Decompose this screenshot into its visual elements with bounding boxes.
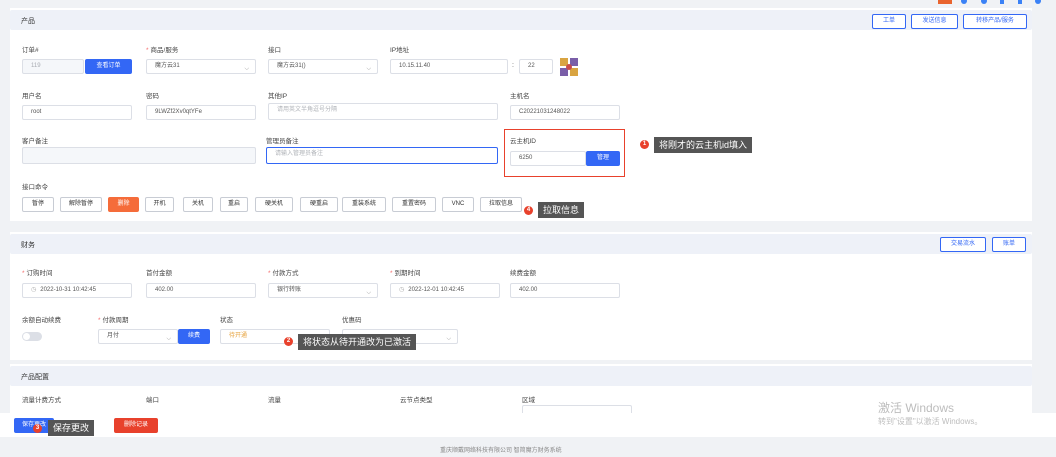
annotation-marker-4: 4 [524,206,533,215]
auto-renew-label: 余额自动续费 [22,317,61,324]
other-ip-label: 其他IP [268,93,288,100]
command-power-on-button[interactable]: 开机 [145,197,174,212]
customer-note-label: 客户备注 [22,138,48,145]
admin-note-label: 管理员备注 [266,138,299,145]
password-input[interactable]: 9LWZf2Xv0qtYFe [146,105,256,120]
command-label: 接口命令 [22,184,48,191]
watermark-subtitle: 转到"设置"以激活 Windows。 [878,417,983,426]
send-message-button[interactable]: 发送信息 [911,14,958,29]
first-amount-label: 首付金额 [146,270,172,277]
puzzle-avatar-icon [560,58,578,76]
annotation-3: 保存更改 [48,420,95,436]
auto-renew-toggle[interactable] [22,332,42,341]
admin-note-input[interactable]: 请输入管理员备注 [266,147,498,164]
annotation-2: 将状态从待开通改为已激活 [298,334,417,350]
config-section-title: 产品配置 [21,374,49,381]
chevron-down-icon: ⌵ [366,290,371,296]
ticket-button[interactable]: 工单 [872,14,906,29]
command-delete-button[interactable]: 删除 [108,197,139,212]
clock-icon: ◷ [399,287,405,293]
cloud-id-label: 云主机ID [510,138,536,145]
hostname-label: 主机名 [510,93,530,100]
ip-label: IP地址 [390,47,410,54]
command-pull-info-button[interactable]: 拉取信息 [480,197,522,212]
order-input: 119 [22,59,84,74]
pay-method-select[interactable]: 银行转账 ⌵ [268,283,378,298]
clock-icon: ◷ [31,287,37,293]
order-label: 订单# [22,47,39,54]
command-unpause-button[interactable]: 解除暂停 [60,197,102,212]
service-select[interactable]: 魔方云31 ⌵ [146,59,256,74]
command-vnc-button[interactable]: VNC [442,197,474,212]
command-reboot-button[interactable]: 重启 [220,197,248,212]
customer-note-input [22,147,256,164]
command-hard-reboot-button[interactable]: 硬重启 [300,197,338,212]
service-label: * 商品/服务 [146,47,179,54]
port-input[interactable]: 22 [519,59,553,74]
view-order-button[interactable]: 查看订单 [85,59,132,74]
expire-input[interactable]: ◷ 2022-12-01 10:42:45 [390,283,500,298]
manage-button[interactable]: 管理 [586,151,620,166]
config-section-header: 产品配置 [10,366,1032,386]
renew-amount-input[interactable]: 402.00 [510,283,620,298]
port-separator: : [512,62,514,69]
cycle-label: * 付款周期 [98,317,129,324]
renew-amount-label: 续费金额 [510,270,536,277]
annotation-1: 将刚才的云主机id填入 [654,137,753,153]
transaction-button[interactable]: 交易流水 [940,237,986,252]
username-label: 用户名 [22,93,42,100]
username-input[interactable]: root [22,105,132,120]
interface-label: 接口 [268,47,281,54]
transfer-product-button[interactable]: 转移产品/服务 [963,14,1027,29]
finance-section-title: 财务 [21,242,35,249]
config-field-region: 区域 [522,397,535,404]
coupon-label: 优惠码 [342,317,362,324]
watermark-title: 激活 Windows [878,401,955,415]
command-power-off-button[interactable]: 关机 [183,197,213,212]
renew-button[interactable]: 续费 [178,329,210,344]
chevron-down-icon: ⌵ [446,336,451,342]
bill-button[interactable]: 账单 [992,237,1026,252]
annotation-marker-2: 2 [284,337,293,346]
command-hard-off-button[interactable]: 硬关机 [255,197,293,212]
status-label: 状态 [220,317,233,324]
chevron-down-icon: ⌵ [366,66,371,72]
order-time-label: * 订购时间 [22,270,53,277]
delete-record-button[interactable]: 删除记录 [114,418,158,433]
pay-method-label: * 付款方式 [268,270,299,277]
command-reset-password-button[interactable]: 重置密码 [392,197,436,212]
config-field-traffic: 流量 [268,397,281,404]
finance-section-header: 财务 [10,234,1032,254]
expire-label: * 到期时间 [390,270,421,277]
annotation-marker-3: 3 [33,424,42,433]
browser-toolbar-icons [938,0,1041,4]
chevron-down-icon: ⌵ [244,66,249,72]
command-reinstall-button[interactable]: 重装系统 [342,197,386,212]
config-field-traffic-billing: 流量计费方式 [22,397,61,404]
interface-select[interactable]: 魔方云31() ⌵ [268,59,378,74]
config-field-node-type: 云节点类型 [400,397,433,404]
annotation-marker-1: 1 [640,140,649,149]
copyright-text: 重庆顺戴网络科技有限公司 智简魔方财务系统 [440,448,562,454]
annotation-4: 拉取信息 [538,202,585,218]
chevron-down-icon: ⌵ [166,336,171,342]
cycle-select[interactable]: 月付 ⌵ [98,329,178,344]
command-pause-button[interactable]: 暂停 [22,197,54,212]
product-section-title: 产品 [21,18,35,25]
order-time-input[interactable]: ◷ 2022-10-31 10:42:45 [22,283,132,298]
other-ip-input[interactable]: 请用英文半角逗号分隔 [268,103,498,120]
hostname-input[interactable]: C20221031248022 [510,105,620,120]
cloud-id-input[interactable]: 6250 [510,151,586,166]
first-amount-input[interactable]: 402.00 [146,283,256,298]
password-label: 密码 [146,93,159,100]
config-field-port: 端口 [146,397,159,404]
ip-input[interactable]: 10.15.11.40 [390,59,508,74]
